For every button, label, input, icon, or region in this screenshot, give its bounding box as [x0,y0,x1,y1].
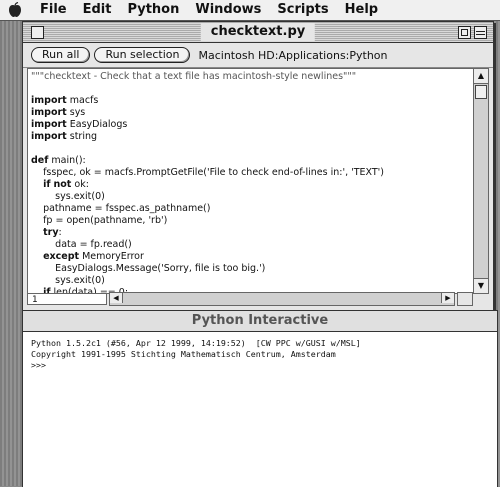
editor-window: checktext.py Run all Run selection Macin… [22,21,494,311]
editor-toolbar: Run all Run selection Macintosh HD:Appli… [23,43,493,68]
code-line: fsspec, ok = macfs.PromptGetFile('File t… [31,167,384,178]
scroll-down-arrow-icon[interactable]: ▼ [474,278,488,293]
menu-bar: File Edit Python Windows Scripts Help [0,0,500,21]
editor-title: checktext.py [200,23,316,41]
code-line: def main(): [31,155,86,166]
editor-titlebar[interactable]: checktext.py [23,22,493,43]
menu-help[interactable]: Help [337,0,386,20]
scroll-right-arrow-icon[interactable]: ▶ [441,293,454,303]
run-all-button[interactable]: Run all [31,47,91,63]
horizontal-scrollbar[interactable]: ◀ ▶ [109,292,455,306]
apple-icon[interactable] [8,1,24,18]
code-line: import string [31,131,98,142]
code-line: if not ok: [43,179,89,190]
menu-python[interactable]: Python [119,0,187,20]
resize-grow-box-icon[interactable] [457,292,473,306]
code-line: """checktext - Check that a text file ha… [31,71,357,82]
code-line: fp = open(pathname, 'rb') [31,215,168,226]
editor-statusbar: 1 ◀ ▶ [27,292,473,306]
zoom-box-icon[interactable] [458,26,471,39]
menu-file[interactable]: File [32,0,75,20]
scroll-thumb[interactable] [475,85,487,99]
code-line: sys.exit(0) [31,275,105,286]
console-output[interactable]: Python 1.5.2c1 (#56, Apr 12 1999, 14:19:… [23,332,497,371]
code-line: import EasyDialogs [31,119,128,130]
line-number-field[interactable]: 1 [27,293,107,305]
interactive-window: Python Interactive Python 1.5.2c1 (#56, … [22,310,498,487]
close-box-icon[interactable] [31,26,44,39]
scroll-left-arrow-icon[interactable]: ◀ [110,293,123,303]
vertical-scrollbar[interactable]: ▲ ▼ [473,68,489,294]
code-line: import sys [31,107,86,118]
code-line: data = fp.read() [31,239,132,250]
interactive-title: Python Interactive [191,313,329,328]
file-path-popup[interactable]: Macintosh HD:Applications:Python [198,49,387,62]
console-line: Python 1.5.2c1 (#56, Apr 12 1999, 14:19:… [31,338,361,348]
menu-scripts[interactable]: Scripts [269,0,336,20]
interactive-titlebar[interactable]: Python Interactive [23,311,497,332]
scroll-up-arrow-icon[interactable]: ▲ [474,69,488,84]
menu-edit[interactable]: Edit [75,0,120,20]
run-selection-button[interactable]: Run selection [94,47,191,63]
code-line: except MemoryError [43,251,144,262]
console-line: Copyright 1991-1995 Stichting Mathematis… [31,349,336,359]
collapse-box-icon[interactable] [474,26,487,39]
code-line: try: [43,227,62,238]
console-line: >>> [31,360,46,370]
code-line: pathname = fsspec.as_pathname() [31,203,211,214]
code-line: sys.exit(0) [31,191,105,202]
code-line: import macfs [31,95,99,106]
code-line: EasyDialogs.Message('Sorry, file is too … [31,263,266,274]
menu-windows[interactable]: Windows [187,0,269,20]
code-editor[interactable]: """checktext - Check that a text file ha… [27,68,475,294]
